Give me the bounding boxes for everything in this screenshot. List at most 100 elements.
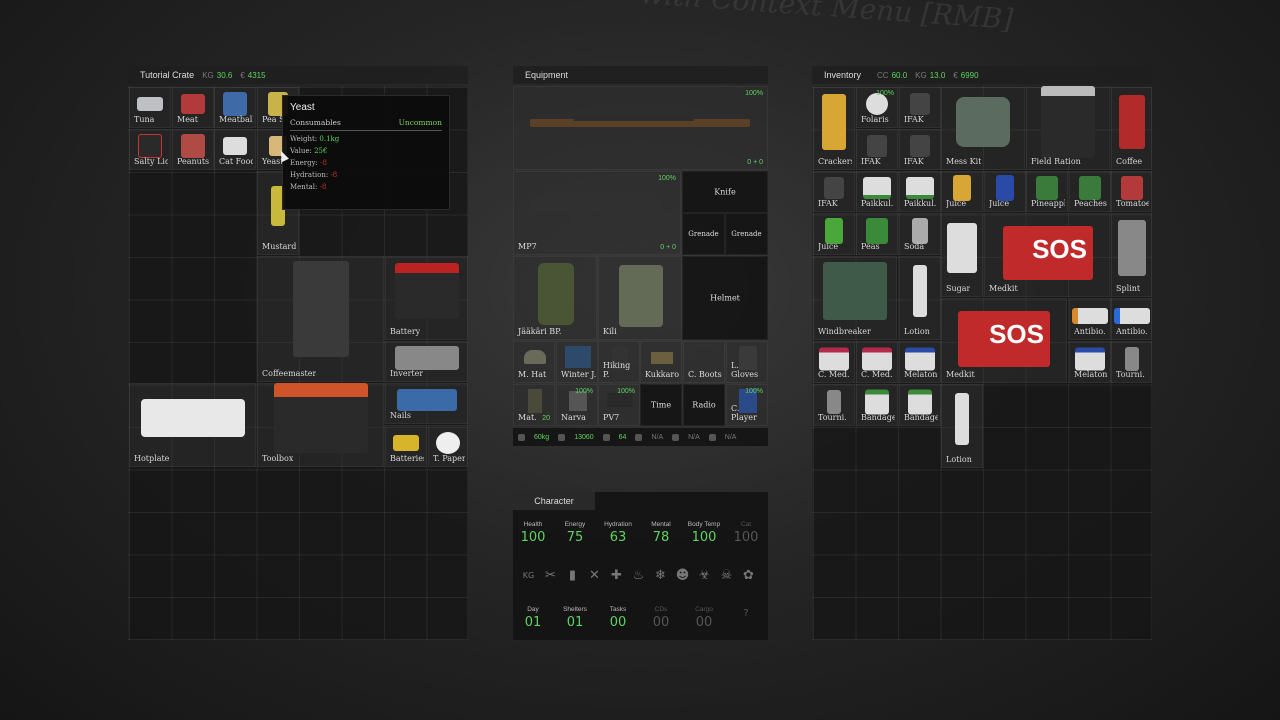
inventory-item-paikkulaastari-1[interactable]: Paikkul. [856, 171, 898, 212]
crate-item-hotplate[interactable]: Hotplate [129, 383, 256, 467]
equipment-narva-slot[interactable]: Narva 100% [556, 384, 598, 426]
equipment-time-slot[interactable]: Time [640, 384, 682, 426]
tooltip-mental-label: Mental: [290, 183, 318, 191]
equipment-knife-slot[interactable]: Knife [682, 171, 768, 213]
item-label: IFAK [818, 199, 838, 208]
item-label: Bandage [861, 413, 895, 422]
item-label: Sugar [946, 284, 971, 293]
item-label: Hotplate [134, 454, 170, 463]
inventory-item-peas[interactable]: Peas [856, 213, 898, 255]
equipment-mp7-slot[interactable]: MP7 100% 0 + 0 [513, 171, 681, 255]
inventory-item-paikkulaastari-2[interactable]: Paikkul. [899, 171, 941, 212]
crate-item-peanuts[interactable]: Peanuts [172, 129, 214, 170]
stat-value: 78 [652, 530, 670, 545]
inventory-item-ifak-3[interactable]: IFAK [899, 129, 941, 170]
item-label: Mustard [262, 242, 296, 251]
inventory-item-folaris[interactable]: 100% Folaris [856, 87, 898, 128]
inventory-item-field-ration[interactable]: Field Ration [1026, 86, 1110, 170]
inventory-item-ifak-4[interactable]: IFAK [813, 171, 855, 212]
equipment-helmet-slot[interactable]: Helmet [682, 256, 768, 340]
inventory-item-ifak-1[interactable]: IFAK [899, 87, 941, 128]
inventory-item-melatonin-1[interactable]: Melaton. [899, 341, 941, 383]
inventory-item-cold-medicine-1[interactable]: C. Med. [813, 341, 855, 383]
inventory-item-melatonin-2[interactable]: Melaton. [1069, 341, 1111, 383]
inventory-item-windbreaker[interactable]: Windbreaker [813, 256, 897, 340]
stat-value: 01 [566, 615, 584, 630]
inventory-item-medkit-1[interactable]: SOS Medkit [984, 213, 1110, 297]
euro-icon: € [240, 70, 245, 80]
crate-money: €4315 [240, 71, 265, 80]
crate-item-nails[interactable]: Nails [385, 383, 468, 424]
equipment-na-2: N/A [688, 433, 700, 441]
inventory-item-bandage-1[interactable]: Bandage [856, 384, 898, 426]
stat-cds: CDs 00 [640, 606, 682, 630]
stat-name: Health [523, 521, 543, 528]
rifle-ammo: 0 + 0 [747, 159, 763, 166]
inventory-item-medkit-2[interactable]: SOS Medkit [941, 298, 1067, 383]
inventory-item-pineapple[interactable]: Pineapple [1026, 171, 1068, 212]
stat-name: Energy [564, 521, 586, 528]
equipment-na-1: N/A [651, 433, 664, 441]
crate-item-battery[interactable]: Battery [385, 256, 468, 340]
inventory-item-juice-1[interactable]: Juice [941, 171, 983, 212]
crate-item-toolbox[interactable]: Toolbox [257, 383, 384, 467]
equipment-cplayer-slot[interactable]: C. Player 100% [726, 384, 768, 426]
inventory-item-splint[interactable]: Splint [1111, 213, 1152, 297]
inventory-item-antibiotics-1[interactable]: Antibio. [1069, 298, 1111, 340]
equipment-wallet-slot[interactable]: Kukkaro [640, 341, 682, 383]
stat-cargo: Cargo 00 [683, 606, 725, 630]
biohazard-status-icon: ☣ [698, 568, 711, 583]
equipment-grenade-slot-2[interactable]: Grenade [725, 213, 768, 255]
inventory-item-coffee[interactable]: Coffee [1111, 87, 1152, 170]
jacket-icon [565, 346, 591, 368]
equipment-boots-slot[interactable]: C. Boots [683, 341, 725, 383]
equipment-radio-slot[interactable]: Radio [683, 384, 725, 426]
crate-item-salty-liquorice[interactable]: Salty Liq. [129, 129, 171, 170]
crate-item-inverter[interactable]: Inverter [385, 341, 468, 382]
item-label: Windbreaker [818, 327, 871, 336]
stat-name: Cargo [695, 606, 713, 613]
inventory-item-antibiotics-2[interactable]: Antibio. [1111, 298, 1152, 340]
equipment-pv7-slot[interactable]: PV7 100% [598, 384, 640, 426]
equipment-pants-slot[interactable]: Hiking P. [598, 341, 640, 383]
equipment-gloves-slot[interactable]: L. Gloves [726, 341, 768, 383]
inventory-item-tourniquet-2[interactable]: Tourni. [813, 384, 855, 426]
inventory-item-lotion-2[interactable]: Lotion [941, 384, 983, 468]
equipment-rifle-slot[interactable]: 100% 0 + 0 [513, 86, 768, 170]
inventory-item-tomatoes[interactable]: Tomatoes [1111, 171, 1152, 212]
inventory-item-lotion-1[interactable]: Lotion [899, 256, 941, 340]
equipment-hat-slot[interactable]: M. Hat [513, 341, 555, 383]
inventory-item-cold-medicine-2[interactable]: C. Med. [856, 341, 898, 383]
hat-label: M. Hat [518, 370, 547, 379]
equipment-backpack-slot[interactable]: Jääkäri BP. [513, 256, 597, 340]
inventory-item-mess-kit[interactable]: Mess Kit [941, 87, 1025, 170]
inventory-item-peaches[interactable]: Peaches [1069, 171, 1111, 212]
equipment-mat-slot[interactable]: Mat. 20 [513, 384, 555, 426]
cold-status-icon: ❄ [655, 568, 666, 583]
inventory-item-ifak-2[interactable]: IFAK [856, 129, 898, 170]
inventory-item-juice-3[interactable]: Juice [813, 213, 855, 255]
stat-day: Day 01 [512, 606, 554, 630]
inventory-item-juice-2[interactable]: Juice [984, 171, 1026, 212]
equipment-jacket-slot[interactable]: Winter J. [556, 341, 598, 383]
gloves-label: L. Gloves [731, 361, 759, 379]
crate-item-meatballs[interactable]: Meatballs [214, 87, 256, 128]
crate-item-meat[interactable]: Meat [172, 87, 214, 128]
equipment-vest-slot[interactable]: Kili [598, 256, 682, 340]
item-label: Medkit [989, 284, 1018, 293]
crate-item-batteries[interactable]: Batteries [385, 425, 427, 467]
crate-item-cat-food[interactable]: Cat Food [214, 129, 256, 170]
item-label: Melaton. [1074, 370, 1108, 379]
crate-item-tuna[interactable]: Tuna [129, 87, 171, 128]
item-label: IFAK [904, 157, 924, 166]
inventory-item-tourniquet-1[interactable]: Tourni. [1111, 341, 1152, 383]
inventory-item-soda[interactable]: Soda [899, 213, 941, 255]
crate-item-coffeemaster[interactable]: Coffeemaster [257, 256, 384, 382]
inventory-item-crackers[interactable]: Crackers [813, 87, 855, 170]
inventory-item-sugar[interactable]: Sugar [941, 213, 983, 297]
equipment-grenade-slot-1[interactable]: Grenade [682, 213, 725, 255]
inventory-capacity-value: 60.0 [891, 70, 908, 80]
stat-name: Day [527, 606, 539, 613]
crate-item-toilet-paper[interactable]: T. Paper [428, 425, 468, 467]
inventory-item-bandage-2[interactable]: Bandage [899, 384, 941, 426]
